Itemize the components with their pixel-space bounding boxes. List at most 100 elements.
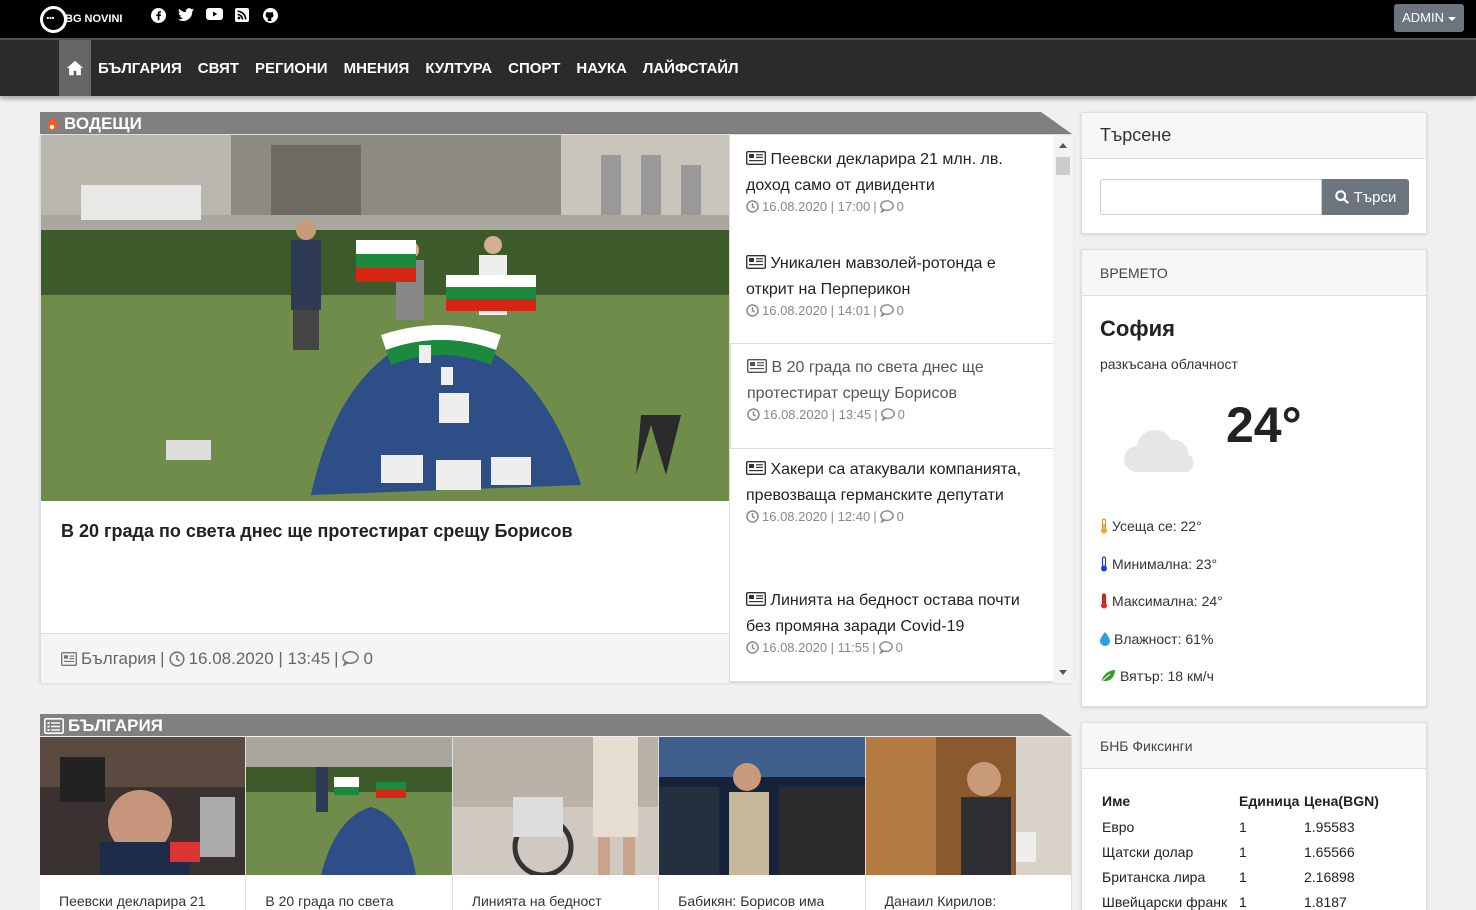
youtube-icon[interactable]: [206, 8, 223, 24]
scroll-thumb[interactable]: [1056, 157, 1070, 175]
list-item-comments: 0: [895, 640, 903, 655]
list-item-date: 16.08.2020 | 14:01: [762, 303, 871, 318]
list-item-title: Уникален мавзолей-ротонда е открит на Пе…: [746, 255, 996, 298]
nav-item-culture[interactable]: КУЛТУРА: [425, 60, 492, 77]
scroll-down-icon[interactable]: [1059, 670, 1067, 675]
github-icon[interactable]: [262, 8, 278, 24]
nav-item-opinions[interactable]: МНЕНИЯ: [344, 60, 410, 77]
list-item-active[interactable]: В 20 града по света днес ще протестират …: [730, 343, 1054, 449]
news-card[interactable]: Пеевски декларира 21: [40, 737, 247, 910]
table-header-row: Име Единица Цена(BGN): [1102, 793, 1379, 819]
clock-icon: [746, 200, 759, 213]
twitter-icon[interactable]: [178, 8, 194, 24]
weather-feels-like: Усеща се: 22°: [1100, 518, 1202, 534]
search-button-label: Търси: [1353, 188, 1397, 206]
table-row: Швейцарски франк 1 1.8187: [1102, 894, 1347, 910]
clock-icon: [746, 304, 759, 317]
list-item-title: Хакери са атакували компанията, превозва…: [746, 461, 1022, 504]
newspaper-icon: [745, 460, 767, 476]
leading-section-banner: ВОДЕЩИ: [40, 112, 1072, 134]
logo-mark: [40, 5, 67, 33]
news-card[interactable]: Линията на бедност: [452, 737, 660, 910]
comment-icon: [879, 304, 894, 317]
news-card-title: В 20 града по света: [265, 893, 394, 909]
list-item-date: 16.08.2020 | 17:00: [762, 199, 871, 214]
nav-item-science[interactable]: НАУКА: [576, 60, 626, 77]
news-thumbnail: [40, 737, 246, 875]
nav-item-sport[interactable]: СПОРТ: [508, 60, 560, 77]
column-header: Цена(BGN): [1304, 793, 1379, 809]
clock-icon: [746, 510, 759, 523]
table-row: Британска лира 1 2.16898: [1102, 869, 1355, 885]
leading-headline[interactable]: В 20 града по света днес ще протестират …: [61, 521, 573, 542]
weather-min: Минимална: 23°: [1100, 556, 1217, 572]
weather-humidity: Влажност: 61%: [1100, 631, 1213, 647]
scroll-up-icon[interactable]: [1059, 143, 1067, 148]
rss-icon[interactable]: [234, 8, 250, 24]
cloud-icon: [1124, 430, 1194, 472]
bulgaria-section-banner: БЪЛГАРИЯ: [40, 714, 1072, 736]
search-input[interactable]: [1100, 179, 1322, 215]
weather-panel: ВРЕМЕТО София разкъсана облачност 24° Ус…: [1081, 249, 1427, 707]
leaf-icon: [1100, 670, 1115, 683]
nav-item-regions[interactable]: РЕГИОНИ: [255, 60, 328, 77]
admin-dropdown-button[interactable]: ADMIN: [1394, 4, 1464, 32]
weather-wind: Вятър: 18 км/ч: [1100, 668, 1214, 684]
newspaper-icon: [61, 651, 77, 666]
weather-panel-title: ВРЕМЕТО: [1082, 250, 1426, 296]
site-logo[interactable]: BG NOVINI: [40, 4, 122, 34]
nav-item-world[interactable]: СВЯТ: [198, 60, 239, 77]
list-item-title: В 20 града по света днес ще протестират …: [747, 359, 984, 402]
home-icon: [66, 60, 84, 76]
list-item[interactable]: Уникален мавзолей-ротонда е открит на Пе…: [730, 251, 1054, 318]
news-card[interactable]: Бабикян: Борисов има: [659, 737, 866, 910]
social-links: [150, 8, 278, 24]
thermometer-empty-icon: [1101, 556, 1107, 572]
list-item-date: 16.08.2020 | 13:45: [763, 407, 872, 422]
leading-heading: ВОДЕЩИ: [64, 114, 142, 133]
rates-table: Име Единица Цена(BGN) Евро 1 1.95583 Щатск…: [1102, 793, 1379, 910]
list-item-title: Пеевски декларира 21 млн. лв. доход само…: [746, 151, 1003, 194]
news-card-title: Пеевски декларира 21: [59, 893, 206, 909]
leading-datetime: 16.08.2020 | 13:45: [188, 648, 331, 668]
leading-meta: България | 16.08.2020 | 13:45 | 0: [41, 633, 729, 683]
news-card[interactable]: В 20 града по света: [246, 737, 453, 910]
nav-item-lifestyle[interactable]: ЛАЙФСТАЙЛ: [643, 60, 739, 77]
news-card-title: Линията на бедност: [471, 893, 602, 909]
caret-down-icon: [1448, 16, 1456, 21]
list-item-date: 16.08.2020 | 12:40: [762, 509, 871, 524]
newspaper-icon: [745, 254, 767, 270]
column-header: Единица: [1239, 793, 1300, 809]
search-icon: [1334, 190, 1349, 204]
list-item-title: Линията на бедност остава почти без пром…: [746, 592, 1020, 635]
list-item[interactable]: Хакери са атакували компанията, превозва…: [730, 457, 1054, 524]
search-button[interactable]: Търси: [1322, 179, 1409, 215]
list-item-comments: 0: [896, 199, 904, 214]
clock-icon: [168, 650, 185, 667]
list-scrollbar[interactable]: [1053, 135, 1073, 683]
news-thumbnail: [659, 737, 865, 875]
bulgaria-news-strip: Пеевски декларира 21 В 20 града по света…: [40, 737, 1072, 910]
list-item[interactable]: Пеевски декларира 21 млн. лв. доход само…: [730, 147, 1054, 214]
comment-icon: [879, 200, 894, 213]
leading-category[interactable]: България: [81, 649, 156, 669]
top-bar: BG NOVINI ADMIN: [0, 0, 1476, 38]
column-header: Име: [1102, 793, 1131, 809]
news-thumbnail: [865, 737, 1071, 875]
news-card-title: Бабикян: Борисов има: [678, 893, 825, 909]
list-item[interactable]: Линията на бедност остава почти без пром…: [730, 588, 1054, 655]
list-alt-icon: [44, 718, 64, 734]
nav-item-bulgaria[interactable]: БЪЛГАРИЯ: [98, 60, 182, 77]
facebook-icon[interactable]: [150, 8, 166, 24]
leading-comments: 0: [363, 648, 373, 668]
weather-city: София: [1100, 316, 1175, 341]
nav-menu: БЪЛГАРИЯ СВЯТ РЕГИОНИ МНЕНИЯ КУЛТУРА СПО…: [98, 40, 755, 96]
news-card[interactable]: Данаил Кирилов:: [865, 737, 1072, 910]
home-button[interactable]: [59, 40, 91, 96]
news-thumbnail: [246, 737, 452, 875]
search-panel-title: Търсене: [1082, 113, 1426, 159]
leading-image[interactable]: [41, 135, 729, 501]
thermometer-full-icon: [1101, 593, 1107, 609]
weather-description: разкъсана облачност: [1100, 356, 1238, 372]
thermometer-half-icon: [1101, 518, 1107, 534]
